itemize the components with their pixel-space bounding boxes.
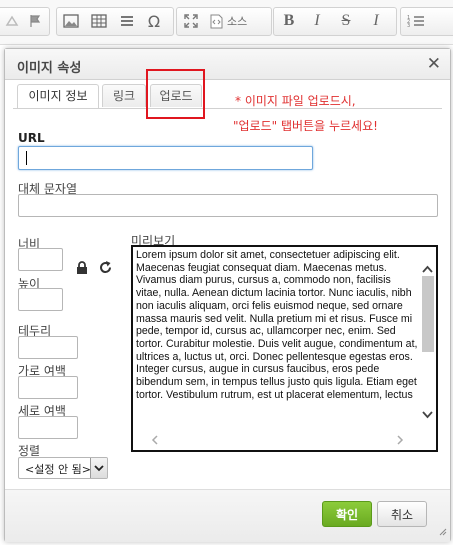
image-icon[interactable] — [60, 12, 82, 30]
dialog-footer: 확인 취소 — [5, 489, 450, 542]
scroll-left-icon[interactable] — [151, 434, 159, 448]
tab-divider — [13, 108, 442, 109]
align-select-value: <설정 안 됨> — [25, 463, 91, 476]
ok-button[interactable]: 확인 — [322, 501, 372, 527]
text-cursor — [26, 151, 27, 165]
align-select[interactable]: <설정 안 됨> — [18, 457, 108, 479]
vspace-input[interactable] — [18, 416, 78, 439]
hint-line-2: "업로드" 탭버튼을 누르세요! — [233, 119, 378, 133]
svg-text:3: 3 — [407, 23, 410, 28]
reset-size-icon[interactable] — [98, 260, 113, 278]
toolbar-group-list: 123 — [400, 7, 453, 36]
toolbar-group-insert: Ω — [56, 7, 174, 36]
dialog-title: 이미지 속성 — [17, 61, 82, 76]
image-properties-dialog: 이미지 속성 ✕ 이미지 정보 링크 업로드 * 이미지 파일 업로드시, "업… — [4, 48, 451, 542]
preview-scrollbar[interactable] — [420, 260, 435, 420]
upload-tab-highlight — [146, 69, 205, 119]
format-icon[interactable] — [1, 12, 23, 30]
source-label: 소스 — [227, 15, 248, 28]
url-input[interactable] — [18, 146, 313, 170]
scroll-thumb[interactable] — [422, 276, 434, 352]
remove-format-icon[interactable]: I — [365, 12, 387, 30]
flag-icon[interactable] — [24, 12, 46, 30]
horizontal-line-icon[interactable] — [116, 12, 138, 30]
tab-image-info[interactable]: 이미지 정보 — [17, 84, 99, 109]
close-icon[interactable]: ✕ — [427, 54, 441, 74]
strike-icon[interactable]: S — [335, 12, 357, 30]
resize-handle-icon[interactable] — [438, 525, 447, 539]
cancel-button[interactable]: 취소 — [377, 501, 427, 527]
scroll-up-icon[interactable] — [422, 262, 433, 276]
toolbar-group-tools: 소스 — [176, 7, 272, 36]
toolbar-group-format — [0, 7, 50, 36]
numbered-list-icon[interactable]: 123 — [405, 12, 427, 30]
preview-text: Lorem ipsum dolor sit amet, consectetuer… — [136, 249, 418, 401]
width-input[interactable] — [18, 248, 63, 271]
dialog-header[interactable]: 이미지 속성 ✕ — [5, 49, 450, 80]
preview-box: Lorem ipsum dolor sit amet, consectetuer… — [131, 245, 438, 452]
source-button[interactable]: 소스 — [210, 12, 266, 30]
border-input[interactable] — [18, 336, 78, 359]
chevron-down-icon[interactable] — [90, 458, 107, 478]
hspace-input[interactable] — [18, 376, 78, 399]
scroll-right-icon[interactable] — [396, 434, 404, 448]
hint-line-1: * 이미지 파일 업로드시, — [235, 94, 356, 108]
editor-toolbar: Ω 소스 B I S I 123 — [0, 0, 453, 45]
maximize-icon[interactable] — [180, 12, 202, 30]
table-icon[interactable] — [88, 12, 110, 30]
tab-link[interactable]: 링크 — [102, 84, 146, 107]
url-label: URL — [18, 131, 45, 145]
alt-text-input[interactable] — [18, 194, 438, 217]
bold-icon[interactable]: B — [278, 12, 300, 30]
source-icon — [210, 14, 223, 28]
italic-icon[interactable]: I — [306, 12, 328, 30]
lock-ratio-icon[interactable] — [76, 261, 88, 278]
scroll-down-icon[interactable] — [422, 408, 433, 422]
height-input[interactable] — [18, 288, 63, 311]
special-char-icon[interactable]: Ω — [143, 12, 165, 31]
toolbar-group-basic: B I S I — [273, 7, 397, 36]
